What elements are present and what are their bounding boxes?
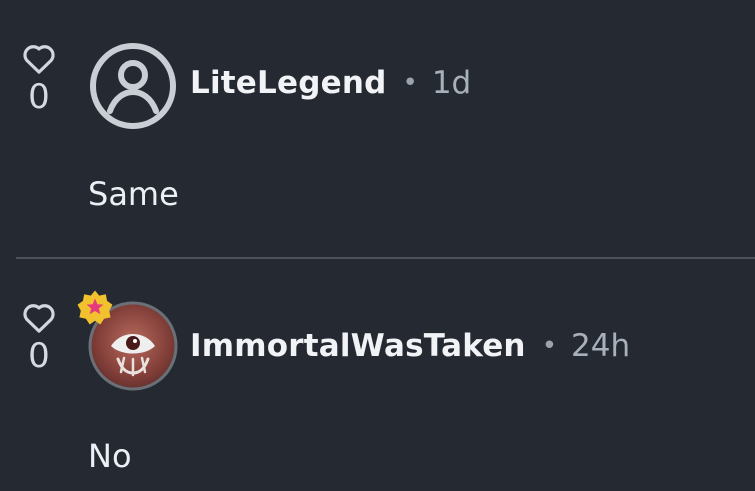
like-count: 0 — [28, 77, 50, 117]
comment-text: Same — [88, 175, 179, 213]
like-control[interactable]: 0 — [14, 38, 64, 115]
comment-header: ImmortalWasTaken • 24h — [190, 326, 630, 366]
separator-dot: • — [541, 331, 558, 361]
comment-item: 0 ImmortalWasTaken • 24h No — [0, 259, 755, 491]
timestamp: 24h — [571, 328, 631, 364]
like-count: 0 — [28, 336, 50, 376]
username[interactable]: ImmortalWasTaken — [190, 328, 526, 364]
separator-dot: • — [402, 68, 418, 98]
default-user-icon — [90, 43, 176, 129]
username[interactable]: LiteLegend — [190, 65, 386, 101]
like-control[interactable]: 0 — [14, 297, 64, 374]
timestamp: 1d — [431, 65, 472, 101]
comment-header: LiteLegend • 1d — [190, 63, 471, 103]
star-badge-icon — [77, 290, 113, 325]
comment-text: No — [88, 437, 132, 475]
heart-icon[interactable] — [16, 38, 62, 78]
avatar[interactable] — [77, 290, 178, 391]
heart-icon[interactable] — [16, 297, 62, 337]
comment-item: 0 LiteLegend • 1d Same — [0, 0, 755, 258]
avatar[interactable] — [88, 41, 178, 131]
